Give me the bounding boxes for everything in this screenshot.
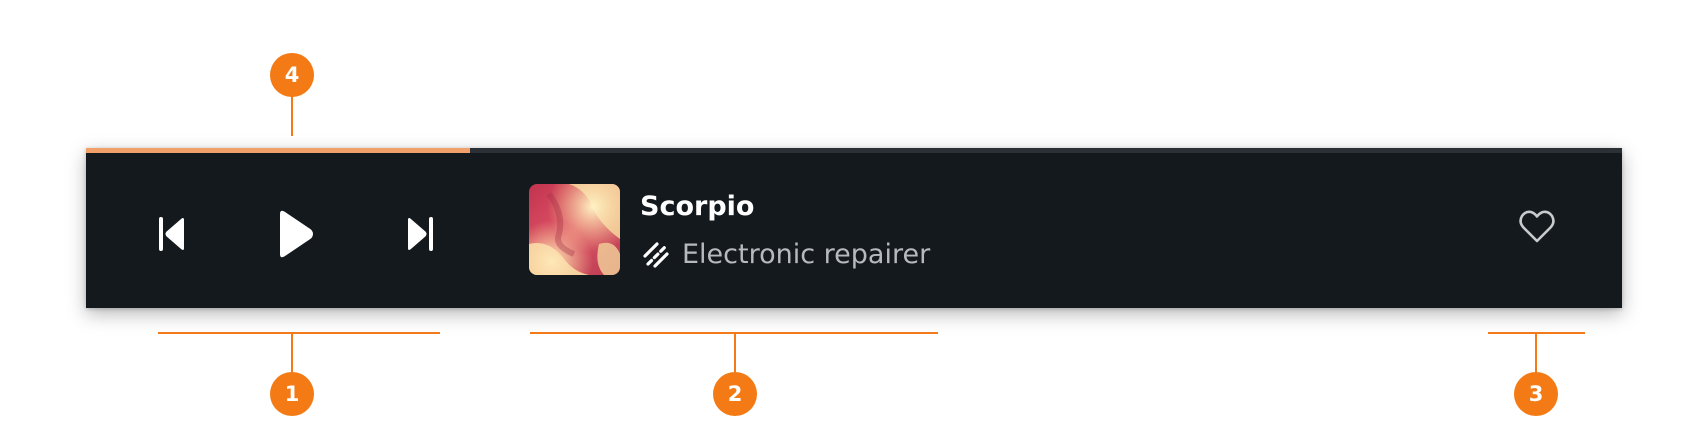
artist-row: Electronic repairer bbox=[640, 238, 930, 272]
play-icon bbox=[280, 210, 313, 258]
next-track-button[interactable] bbox=[400, 210, 440, 258]
artist-name[interactable]: Electronic repairer bbox=[682, 238, 930, 272]
favorite-button[interactable] bbox=[1516, 206, 1558, 248]
media-player-bar: Scorpio Electronic repairer bbox=[86, 148, 1622, 308]
skip-next-icon bbox=[408, 217, 433, 251]
album-artwork-image bbox=[529, 184, 620, 275]
callout-4-leader-line bbox=[291, 94, 293, 136]
previous-track-button[interactable] bbox=[152, 210, 192, 258]
edit-slash-icon bbox=[643, 242, 669, 268]
heart-outline-icon bbox=[1519, 210, 1555, 243]
callout-2-leader-line bbox=[734, 332, 736, 372]
play-button[interactable] bbox=[272, 204, 320, 264]
track-title[interactable]: Scorpio bbox=[640, 190, 754, 224]
progress-bar-fill bbox=[86, 148, 470, 153]
callout-badge-3: 3 bbox=[1514, 372, 1558, 416]
callout-badge-4: 4 bbox=[270, 53, 314, 97]
callout-badge-1: 1 bbox=[270, 372, 314, 416]
progress-bar[interactable] bbox=[86, 148, 1622, 153]
skip-previous-icon bbox=[159, 217, 184, 251]
album-cover[interactable] bbox=[529, 184, 620, 275]
callout-1-leader-line bbox=[291, 332, 293, 372]
callout-1-bracket-line bbox=[158, 332, 440, 334]
callout-3-leader-line bbox=[1535, 332, 1537, 372]
callout-badge-2: 2 bbox=[713, 372, 757, 416]
